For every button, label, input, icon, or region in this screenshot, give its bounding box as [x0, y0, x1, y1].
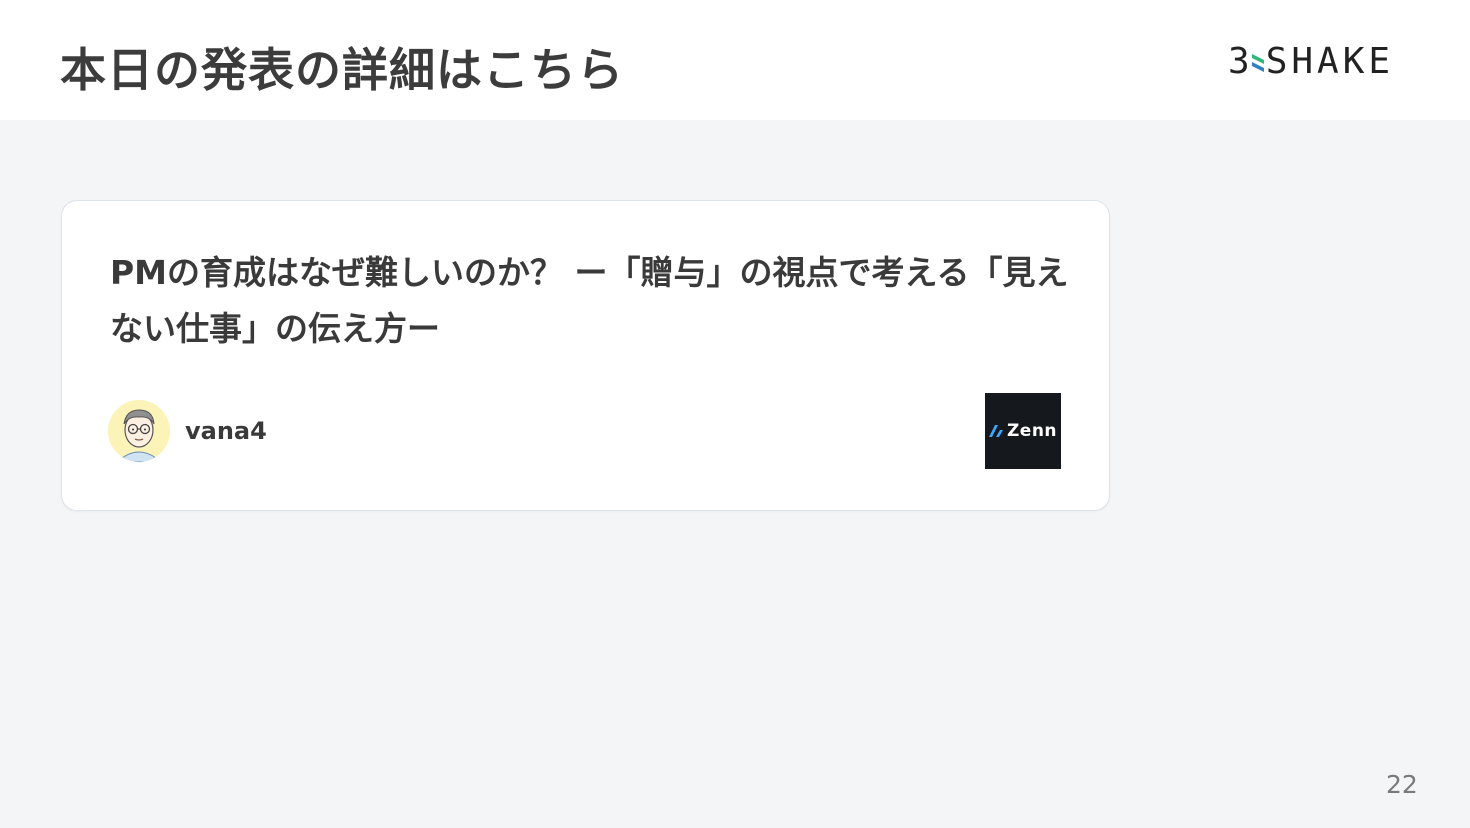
brand-name: SHAKE [1265, 41, 1395, 82]
article-title-link[interactable]: PMの育成はなぜ難しいのか？ ー「贈与」の視点で考える「見えない仕事」の伝え方ー [110, 245, 1070, 357]
brand-number: 3 [1228, 41, 1250, 82]
page-number: 22 [1386, 770, 1418, 799]
avatar [108, 400, 170, 462]
zenn-mark-icon [988, 425, 1003, 437]
zenn-label: Zenn [1006, 421, 1058, 441]
author-info: vana4 [108, 400, 267, 462]
author-name: vana4 [185, 417, 267, 445]
slide-header: 本日の発表の詳細はこちら 3 SHAKE [0, 0, 1470, 120]
article-link-card[interactable]: PMの育成はなぜ難しいのか？ ー「贈与」の視点で考える「見えない仕事」の伝え方ー… [61, 200, 1110, 511]
three-shake-logo-icon: 3 SHAKE [1228, 42, 1412, 82]
slide: 本日の発表の詳細はこちら 3 SHAKE PMの育成はなぜ難しいのか？ ー「贈与… [0, 0, 1470, 828]
slide-title: 本日の発表の詳細はこちら [60, 43, 624, 97]
brand-chevron-icon [1251, 54, 1264, 72]
cartoon-face-avatar-icon [108, 400, 170, 462]
zenn-logo-icon: Zenn [985, 393, 1061, 469]
